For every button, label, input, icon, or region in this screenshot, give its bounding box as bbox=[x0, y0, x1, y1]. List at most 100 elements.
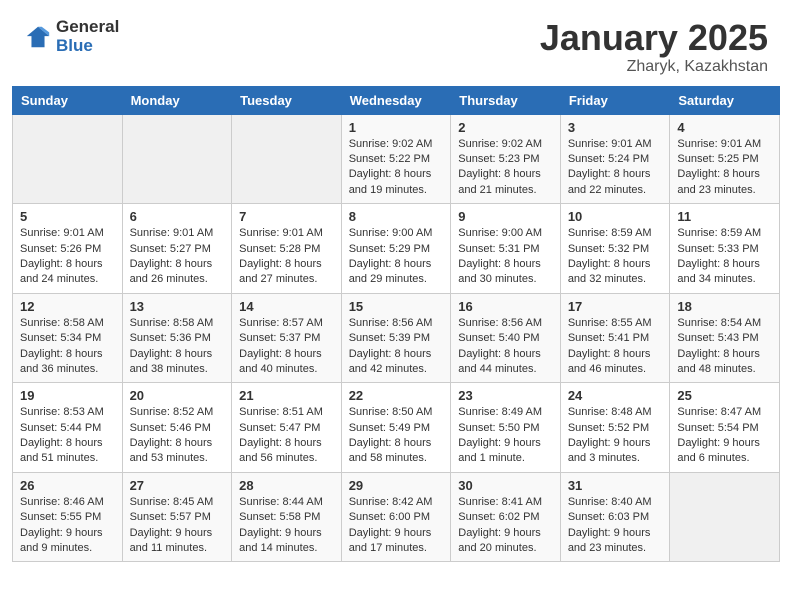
calendar-day-cell: 25Sunrise: 8:47 AMSunset: 5:54 PMDayligh… bbox=[670, 383, 780, 473]
calendar-day-cell: 14 Sunrise: 8:57 AMSunset: 5:37 PMDayligh… bbox=[232, 293, 342, 383]
day-of-week-header: Monday bbox=[122, 86, 232, 114]
day-info: Sunrise: 8:53 AMSunset: 5:44 PMDaylight:… bbox=[20, 405, 115, 467]
day-info: Sunrise: 8:48 AMSunset: 5:52 PMDaylight:… bbox=[568, 405, 663, 467]
day-of-week-header: Tuesday bbox=[232, 86, 342, 114]
logo-icon bbox=[24, 23, 52, 51]
calendar-day-cell: 15Sunrise: 8:56 AMSunset: 5:39 PMDayligh… bbox=[341, 293, 451, 383]
calendar-day-cell: 11 Sunrise: 8:59 AMSunset: 5:33 PMDayligh… bbox=[670, 204, 780, 294]
day-number: 1 bbox=[349, 120, 444, 135]
day-number: 25 bbox=[677, 388, 772, 403]
calendar-week-row: 1 Sunrise: 9:02 AMSunset: 5:22 PMDaylight… bbox=[13, 114, 780, 204]
day-info: Sunrise: 9:01 AMSunset: 5:26 PMDaylight:… bbox=[20, 226, 115, 288]
calendar-day-cell: 28Sunrise: 8:44 AMSunset: 5:58 PMDayligh… bbox=[232, 472, 342, 562]
calendar-day-cell: 4 Sunrise: 9:01 AMSunset: 5:25 PMDaylight… bbox=[670, 114, 780, 204]
logo-blue-text: Blue bbox=[56, 37, 119, 56]
day-of-week-header: Saturday bbox=[670, 86, 780, 114]
day-number: 27 bbox=[130, 478, 225, 493]
day-number: 21 bbox=[239, 388, 334, 403]
day-number: 7 bbox=[239, 209, 334, 224]
day-number: 8 bbox=[349, 209, 444, 224]
calendar-day-cell: 12Sunrise: 8:58 AMSunset: 5:34 PMDayligh… bbox=[13, 293, 123, 383]
day-info: Sunrise: 9:01 AMSunset: 5:25 PMDaylight:… bbox=[677, 137, 772, 199]
logo-general-text: General bbox=[56, 18, 119, 37]
day-number: 30 bbox=[458, 478, 553, 493]
day-number: 26 bbox=[20, 478, 115, 493]
day-info: Sunrise: 8:51 AMSunset: 5:47 PMDaylight:… bbox=[239, 405, 334, 467]
calendar-week-row: 12Sunrise: 8:58 AMSunset: 5:34 PMDayligh… bbox=[13, 293, 780, 383]
day-number: 14 bbox=[239, 299, 334, 314]
day-info: Sunrise: 9:01 AMSunset: 5:27 PMDaylight:… bbox=[130, 226, 225, 288]
day-number: 5 bbox=[20, 209, 115, 224]
calendar-day-cell: 9 Sunrise: 9:00 AMSunset: 5:31 PMDaylight… bbox=[451, 204, 561, 294]
day-number: 10 bbox=[568, 209, 663, 224]
day-info: Sunrise: 8:46 AMSunset: 5:55 PMDaylight:… bbox=[20, 495, 115, 557]
day-info: Sunrise: 8:58 AMSunset: 5:36 PMDaylight:… bbox=[130, 316, 225, 378]
calendar-day-cell: 31Sunrise: 8:40 AMSunset: 6:03 PMDayligh… bbox=[560, 472, 670, 562]
calendar-day-cell: 2Sunrise: 9:02 AMSunset: 5:23 PMDaylight… bbox=[451, 114, 561, 204]
day-of-week-header: Thursday bbox=[451, 86, 561, 114]
calendar-day-cell: 3 Sunrise: 9:01 AMSunset: 5:24 PMDaylight… bbox=[560, 114, 670, 204]
day-number: 19 bbox=[20, 388, 115, 403]
day-of-week-header: Wednesday bbox=[341, 86, 451, 114]
day-info: Sunrise: 8:41 AMSunset: 6:02 PMDaylight:… bbox=[458, 495, 553, 557]
day-number: 17 bbox=[568, 299, 663, 314]
calendar-day-cell: 8 Sunrise: 9:00 AMSunset: 5:29 PMDaylight… bbox=[341, 204, 451, 294]
day-info: Sunrise: 9:01 AMSunset: 5:28 PMDaylight:… bbox=[239, 226, 334, 288]
day-info: Sunrise: 8:42 AMSunset: 6:00 PMDaylight:… bbox=[349, 495, 444, 557]
day-number: 3 bbox=[568, 120, 663, 135]
day-number: 18 bbox=[677, 299, 772, 314]
page-header: General Blue January 2025 Zharyk, Kazakh… bbox=[0, 0, 792, 86]
calendar-day-cell: 29 Sunrise: 8:42 AMSunset: 6:00 PMDayligh… bbox=[341, 472, 451, 562]
day-number: 24 bbox=[568, 388, 663, 403]
day-info: Sunrise: 8:57 AMSunset: 5:37 PMDaylight:… bbox=[239, 316, 334, 378]
logo-text: General Blue bbox=[56, 18, 119, 55]
calendar-week-row: 5 Sunrise: 9:01 AMSunset: 5:26 PMDaylight… bbox=[13, 204, 780, 294]
day-info: Sunrise: 9:00 AMSunset: 5:31 PMDaylight:… bbox=[458, 226, 553, 288]
day-info: Sunrise: 9:01 AMSunset: 5:24 PMDaylight:… bbox=[568, 137, 663, 199]
day-number: 23 bbox=[458, 388, 553, 403]
calendar-day-cell: 1 Sunrise: 9:02 AMSunset: 5:22 PMDaylight… bbox=[341, 114, 451, 204]
calendar-day-cell: 23Sunrise: 8:49 AMSunset: 5:50 PMDayligh… bbox=[451, 383, 561, 473]
day-info: Sunrise: 9:02 AMSunset: 5:22 PMDaylight:… bbox=[349, 137, 444, 199]
logo: General Blue bbox=[24, 18, 119, 55]
calendar-day-cell: 17 Sunrise: 8:55 AMSunset: 5:41 PMDayligh… bbox=[560, 293, 670, 383]
day-number: 13 bbox=[130, 299, 225, 314]
day-info: Sunrise: 8:56 AMSunset: 5:39 PMDaylight:… bbox=[349, 316, 444, 378]
calendar-title: January 2025 bbox=[540, 18, 768, 58]
day-number: 9 bbox=[458, 209, 553, 224]
day-number: 4 bbox=[677, 120, 772, 135]
calendar-subtitle: Zharyk, Kazakhstan bbox=[540, 58, 768, 76]
calendar-week-row: 26 Sunrise: 8:46 AMSunset: 5:55 PMDayligh… bbox=[13, 472, 780, 562]
header-row: SundayMondayTuesdayWednesdayThursdayFrid… bbox=[13, 86, 780, 114]
day-info: Sunrise: 8:59 AMSunset: 5:32 PMDaylight:… bbox=[568, 226, 663, 288]
calendar-day-cell: 24 Sunrise: 8:48 AMSunset: 5:52 PMDayligh… bbox=[560, 383, 670, 473]
calendar-day-cell: 22 Sunrise: 8:50 AMSunset: 5:49 PMDayligh… bbox=[341, 383, 451, 473]
day-number: 11 bbox=[677, 209, 772, 224]
calendar-day-cell: 6 Sunrise: 9:01 AMSunset: 5:27 PMDaylight… bbox=[122, 204, 232, 294]
day-info: Sunrise: 9:00 AMSunset: 5:29 PMDaylight:… bbox=[349, 226, 444, 288]
calendar-day-cell: 7 Sunrise: 9:01 AMSunset: 5:28 PMDaylight… bbox=[232, 204, 342, 294]
day-number: 6 bbox=[130, 209, 225, 224]
calendar-table: SundayMondayTuesdayWednesdayThursdayFrid… bbox=[12, 86, 780, 563]
day-number: 16 bbox=[458, 299, 553, 314]
calendar-day-cell: 27Sunrise: 8:45 AMSunset: 5:57 PMDayligh… bbox=[122, 472, 232, 562]
day-of-week-header: Sunday bbox=[13, 86, 123, 114]
calendar-day-cell: 26 Sunrise: 8:46 AMSunset: 5:55 PMDayligh… bbox=[13, 472, 123, 562]
day-number: 29 bbox=[349, 478, 444, 493]
day-number: 2 bbox=[458, 120, 553, 135]
calendar-day-cell: 21 Sunrise: 8:51 AMSunset: 5:47 PMDayligh… bbox=[232, 383, 342, 473]
calendar-day-cell: 10 Sunrise: 8:59 AMSunset: 5:32 PMDayligh… bbox=[560, 204, 670, 294]
calendar-day-cell: 19 Sunrise: 8:53 AMSunset: 5:44 PMDayligh… bbox=[13, 383, 123, 473]
day-number: 20 bbox=[130, 388, 225, 403]
calendar-week-row: 19 Sunrise: 8:53 AMSunset: 5:44 PMDayligh… bbox=[13, 383, 780, 473]
day-info: Sunrise: 8:59 AMSunset: 5:33 PMDaylight:… bbox=[677, 226, 772, 288]
day-info: Sunrise: 8:50 AMSunset: 5:49 PMDaylight:… bbox=[349, 405, 444, 467]
day-info: Sunrise: 8:55 AMSunset: 5:41 PMDaylight:… bbox=[568, 316, 663, 378]
calendar-day-cell: 30 Sunrise: 8:41 AMSunset: 6:02 PMDayligh… bbox=[451, 472, 561, 562]
calendar-day-cell: 20Sunrise: 8:52 AMSunset: 5:46 PMDayligh… bbox=[122, 383, 232, 473]
calendar-day-cell: 5 Sunrise: 9:01 AMSunset: 5:26 PMDaylight… bbox=[13, 204, 123, 294]
calendar-body: 1 Sunrise: 9:02 AMSunset: 5:22 PMDaylight… bbox=[13, 114, 780, 562]
calendar-day-cell: 18Sunrise: 8:54 AMSunset: 5:43 PMDayligh… bbox=[670, 293, 780, 383]
day-info: Sunrise: 8:44 AMSunset: 5:58 PMDaylight:… bbox=[239, 495, 334, 557]
day-number: 22 bbox=[349, 388, 444, 403]
